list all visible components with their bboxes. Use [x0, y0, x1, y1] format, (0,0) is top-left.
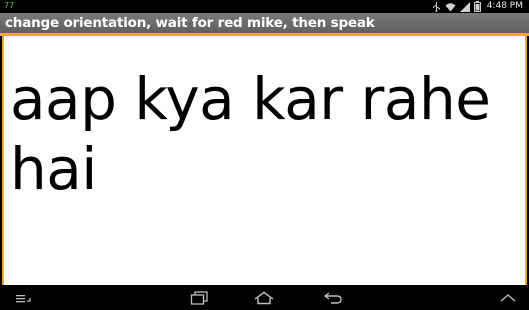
app-title-bar: change orientation, wait for red mike, t…	[0, 13, 529, 34]
home-button[interactable]	[249, 285, 279, 310]
home-icon	[253, 291, 275, 305]
recent-apps-icon	[190, 290, 208, 305]
hide-keyboard-icon	[499, 292, 517, 304]
signal-icon	[459, 1, 470, 12]
notification-count: 77	[4, 1, 15, 10]
back-button[interactable]	[318, 285, 348, 310]
clock: 4:48 PM	[486, 1, 523, 11]
device-screen: 77 4:48 PM change orientation, wait for …	[0, 0, 529, 310]
recent-apps-button[interactable]	[184, 285, 214, 310]
back-icon	[323, 291, 343, 305]
text-display-area[interactable]: aap kya kar rahe hai	[2, 36, 527, 285]
usb-icon	[432, 1, 441, 12]
battery-icon	[473, 1, 481, 12]
menu-icon	[15, 292, 31, 304]
status-bar: 77 4:48 PM	[0, 0, 529, 13]
app-title: change orientation, wait for red mike, t…	[5, 15, 375, 31]
recognized-speech-text: aap kya kar rahe hai	[10, 65, 491, 203]
navigation-bar	[0, 285, 529, 310]
wifi-icon	[445, 2, 456, 12]
menu-button[interactable]	[10, 285, 36, 310]
status-icons: 4:48 PM	[432, 0, 523, 13]
hide-keyboard-button[interactable]	[493, 285, 523, 310]
